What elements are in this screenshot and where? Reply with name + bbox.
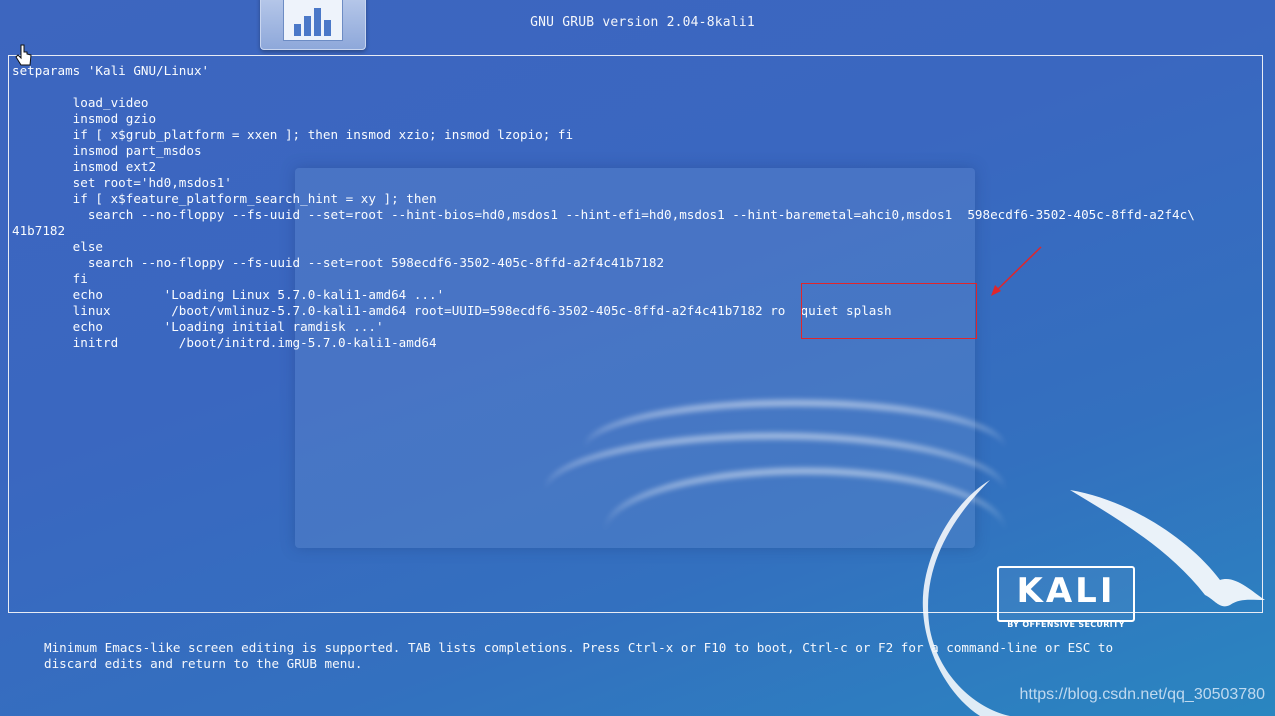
kali-logo: KALI bbox=[997, 566, 1135, 622]
code-line[interactable]: search --no-floppy --fs-uuid --set=root … bbox=[12, 255, 664, 271]
code-line[interactable]: if [ x$feature_platform_search_hint = xy… bbox=[12, 191, 437, 207]
code-line[interactable]: 41b7182 bbox=[12, 223, 65, 239]
help-text: Minimum Emacs-like screen editing is sup… bbox=[44, 640, 1114, 671]
code-line[interactable]: load_video bbox=[12, 95, 149, 111]
code-line[interactable]: if [ x$grub_platform = xxen ]; then insm… bbox=[12, 127, 573, 143]
code-line[interactable]: insmod ext2 bbox=[12, 159, 156, 175]
code-line[interactable]: initrd /boot/initrd.img-5.7.0-kali1-amd6… bbox=[12, 335, 437, 351]
watermark: https://blog.csdn.net/qq_30503780 bbox=[1019, 686, 1265, 703]
kali-tagline: BY OFFENSIVE SECURITY bbox=[1007, 620, 1125, 629]
background-panel bbox=[295, 168, 1005, 548]
grub-version-title: GNU GRUB version 2.04-8kali1 bbox=[530, 15, 755, 30]
code-line[interactable]: echo 'Loading initial ramdisk ...' bbox=[12, 319, 384, 335]
code-line[interactable]: set root='hd0,msdos1' bbox=[12, 175, 232, 191]
code-line[interactable]: else bbox=[12, 239, 103, 255]
hand-cursor-icon bbox=[15, 44, 32, 66]
code-line[interactable]: setparams 'Kali GNU/Linux' bbox=[12, 63, 209, 79]
code-line[interactable]: echo 'Loading Linux 5.7.0-kali1-amd64 ..… bbox=[12, 287, 445, 303]
annotation-highlight-box bbox=[801, 283, 977, 339]
code-line[interactable]: insmod part_msdos bbox=[12, 143, 202, 159]
code-line[interactable]: linux /boot/vmlinuz-5.7.0-kali1-amd64 ro… bbox=[12, 303, 892, 319]
red-arrow-icon bbox=[991, 246, 1042, 296]
code-line[interactable]: fi bbox=[12, 271, 88, 287]
kali-logo-word: KALI bbox=[1016, 571, 1116, 611]
code-line[interactable]: insmod gzio bbox=[12, 111, 156, 127]
code-line[interactable]: search --no-floppy --fs-uuid --set=root … bbox=[12, 207, 1195, 223]
